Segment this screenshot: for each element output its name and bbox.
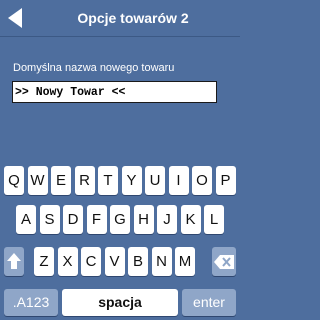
key-m[interactable]: M	[175, 247, 195, 276]
key-x[interactable]: X	[57, 247, 78, 276]
header-bar: Opcje towarów 2	[0, 0, 240, 36]
key-r-label: R	[79, 172, 90, 189]
key-y-label: Y	[126, 172, 137, 189]
key-o[interactable]: O	[192, 166, 212, 195]
key-p[interactable]: P	[215, 166, 236, 195]
key-r[interactable]: R	[74, 166, 95, 195]
key-f-label: F	[91, 211, 102, 228]
key-e-label: E	[55, 172, 66, 189]
key-y[interactable]: Y	[121, 166, 142, 195]
key-v[interactable]: V	[104, 247, 125, 276]
key-p-label: P	[220, 172, 231, 189]
key-c-label: C	[85, 253, 97, 270]
key-v-label: V	[109, 253, 120, 270]
key-d-label: D	[67, 211, 79, 228]
key-m-label: M	[178, 253, 192, 270]
key-x-label: X	[62, 253, 73, 270]
key-w-label: W	[30, 172, 45, 189]
key-w[interactable]: W	[27, 166, 48, 195]
enter-key[interactable]: enter	[182, 289, 236, 316]
header-divider	[0, 36, 240, 37]
key-j[interactable]: J	[157, 205, 177, 234]
key-h-label: H	[138, 211, 149, 228]
key-q[interactable]: Q	[4, 166, 24, 195]
mode-switch-key-label: .A123	[12, 294, 50, 310]
mode-switch-key[interactable]: .A123	[4, 289, 58, 316]
key-e[interactable]: E	[51, 166, 71, 195]
key-i-label: I	[176, 172, 181, 189]
key-t-label: T	[103, 172, 113, 189]
key-h[interactable]: H	[133, 205, 154, 234]
shift-arrow-icon	[7, 253, 21, 269]
key-b[interactable]: B	[128, 247, 148, 276]
key-o-label: O	[196, 172, 208, 189]
key-g[interactable]: G	[110, 205, 130, 234]
default-name-label: Domyślna nazwa nowego towaru	[13, 62, 175, 74]
key-z-label: Z	[39, 253, 49, 270]
key-q-label: Q	[8, 172, 20, 189]
key-n[interactable]: N	[151, 247, 172, 276]
key-z[interactable]: Z	[34, 247, 54, 276]
key-k[interactable]: K	[180, 205, 201, 234]
key-l-label: L	[209, 211, 219, 228]
backspace-icon	[214, 255, 234, 269]
key-d[interactable]: D	[63, 205, 83, 234]
key-t[interactable]: T	[98, 166, 118, 195]
key-u[interactable]: U	[145, 166, 165, 195]
key-c[interactable]: C	[81, 247, 101, 276]
key-s[interactable]: S	[39, 205, 60, 234]
key-j-label: J	[163, 211, 171, 228]
enter-key-label: enter	[193, 294, 225, 310]
default-name-input[interactable]	[12, 81, 217, 103]
backspace-key[interactable]	[212, 247, 236, 276]
space-key-label: spacja	[98, 294, 142, 310]
space-key[interactable]: spacja	[62, 289, 178, 316]
shift-key[interactable]	[4, 247, 24, 276]
back-arrow-icon	[8, 8, 22, 28]
key-l[interactable]: L	[204, 205, 224, 234]
key-s-label: S	[44, 211, 55, 228]
key-a-label: A	[20, 211, 31, 228]
key-u-label: U	[149, 172, 161, 189]
page-title: Opcje towarów 2	[77, 10, 189, 26]
key-i[interactable]: I	[168, 166, 189, 195]
key-k-label: K	[185, 211, 196, 228]
key-g-label: G	[114, 211, 126, 228]
key-b-label: B	[132, 253, 143, 270]
key-f[interactable]: F	[86, 205, 107, 234]
key-a[interactable]: A	[16, 205, 36, 234]
key-n-label: N	[156, 253, 167, 270]
back-button[interactable]	[0, 0, 30, 36]
